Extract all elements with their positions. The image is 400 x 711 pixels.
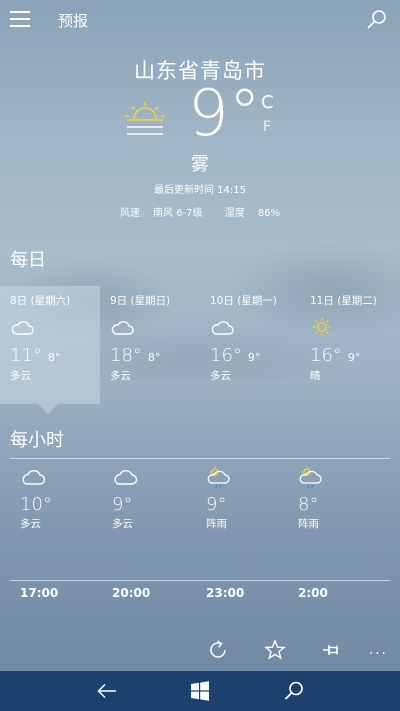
day-low: 8° <box>47 351 61 364</box>
star-icon[interactable] <box>263 638 287 662</box>
humidity-value: 86% <box>257 208 281 219</box>
search-icon[interactable] <box>283 680 305 702</box>
hourly-divider-bottom <box>10 580 390 581</box>
day-card-3[interactable]: 10日 (星期一) 16° 9° 多云 <box>200 286 300 404</box>
current-temperature: 9° <box>188 77 261 151</box>
hour-item-2: 9° 多云 <box>112 466 202 531</box>
hour-time: 2:00 <box>298 586 328 600</box>
hour-time: 23:00 <box>206 586 245 600</box>
cloud-icon <box>11 321 34 335</box>
day-high: 16° <box>210 345 242 366</box>
back-arrow-icon[interactable] <box>96 680 118 702</box>
cloud-icon <box>211 321 234 335</box>
cloud-icon <box>114 470 138 485</box>
sun-icon <box>313 318 331 336</box>
hour-desc: 多云 <box>20 518 41 530</box>
hamburger-menu-icon[interactable] <box>10 11 30 29</box>
fog-icon <box>124 102 166 135</box>
hour-time: 17:00 <box>20 586 59 600</box>
day-desc: 多云 <box>10 370 31 382</box>
system-nav-bar <box>0 671 400 711</box>
daily-section-title: 每日 <box>10 250 46 271</box>
day-low: 9° <box>347 351 361 364</box>
day-desc: 多云 <box>110 370 131 382</box>
details-row: 风速 南风 6-7级 湿度 86% <box>0 204 400 219</box>
unit-fahrenheit[interactable]: F <box>263 119 271 135</box>
hour-temp: 9° <box>112 494 133 515</box>
windows-start-icon[interactable] <box>189 680 211 702</box>
page-title: 预报 <box>58 12 89 30</box>
hour-temp: 8° <box>298 494 319 515</box>
hour-temp: 10° <box>20 494 52 515</box>
pin-icon[interactable] <box>320 638 344 662</box>
showers-icon <box>299 466 322 488</box>
hour-desc: 阵雨 <box>206 518 227 530</box>
unit-celsius[interactable]: C <box>261 92 274 113</box>
hour-desc: 阵雨 <box>298 518 319 530</box>
hourly-divider-top <box>10 458 390 459</box>
selected-day-pointer <box>38 404 58 414</box>
app-bar: ... <box>0 638 400 666</box>
current-condition: 雾 <box>191 154 209 175</box>
hour-time: 20:00 <box>112 586 151 600</box>
refresh-icon[interactable] <box>206 638 230 662</box>
cloud-icon <box>111 321 134 335</box>
day-card-4[interactable]: 11日 (星期二) 16° 9° 晴 <box>300 286 400 404</box>
day-low: 9° <box>247 351 261 364</box>
showers-icon <box>207 466 230 488</box>
day-date: 10日 (星期一) <box>210 295 277 307</box>
more-options-button[interactable]: ... <box>369 642 388 658</box>
wind-label: 风速 <box>119 208 140 219</box>
last-updated: 最后更新时间 14:15 <box>154 185 246 196</box>
daily-forecast: 8日 (星期六) 11° 8° 多云 9日 (星期日) 18° 8° 多云 10日 … <box>0 286 400 404</box>
day-high: 16° <box>310 345 342 366</box>
day-high: 18° <box>110 345 142 366</box>
day-desc: 晴 <box>310 370 321 382</box>
wind-value: 南风 6-7级 <box>153 208 203 219</box>
day-card-1[interactable]: 8日 (星期六) 11° 8° 多云 <box>0 286 100 404</box>
hourly-section-title: 每小时 <box>10 430 64 451</box>
day-card-2[interactable]: 9日 (星期日) 18° 8° 多云 <box>100 286 200 404</box>
cloud-icon <box>22 470 46 485</box>
humidity-label: 湿度 <box>224 208 245 219</box>
search-icon[interactable] <box>366 9 388 31</box>
hour-item-1: 10° 多云 <box>20 466 110 531</box>
day-high: 11° <box>10 345 42 366</box>
hour-desc: 多云 <box>112 518 133 530</box>
day-desc: 多云 <box>210 370 231 382</box>
day-date: 8日 (星期六) <box>10 295 71 307</box>
day-low: 8° <box>147 351 161 364</box>
hour-item-3: 9° 阵雨 <box>206 466 296 531</box>
day-date: 9日 (星期日) <box>110 295 171 307</box>
hour-temp: 9° <box>206 494 227 515</box>
day-date: 11日 (星期二) <box>310 295 377 307</box>
hour-item-4: 8° 阵雨 <box>298 466 388 531</box>
top-bar: 预报 <box>0 0 400 40</box>
